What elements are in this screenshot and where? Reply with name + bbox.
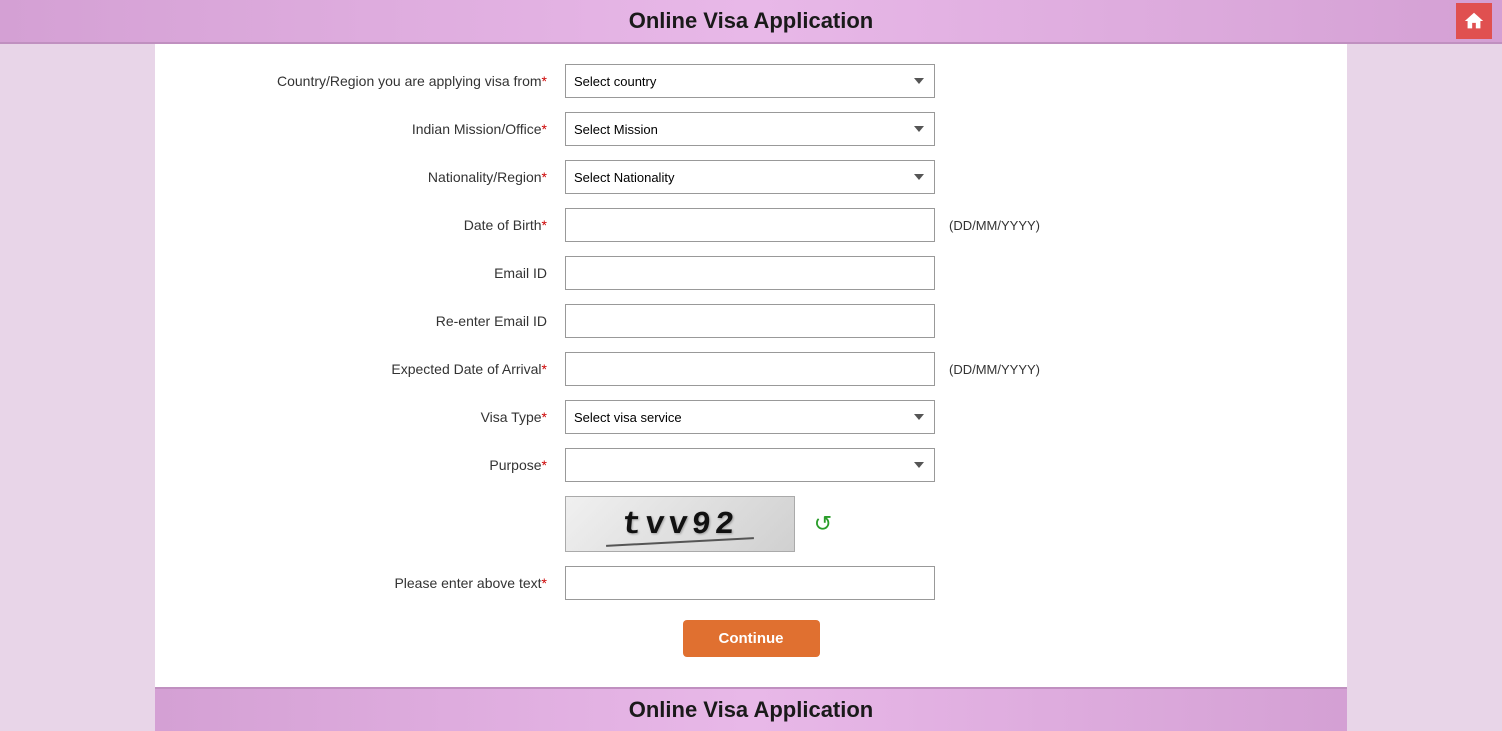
arrival-row: Expected Date of Arrival* (DD/MM/YYYY)	[195, 352, 1307, 386]
country-required: *	[542, 73, 547, 89]
mission-label: Indian Mission/Office*	[195, 121, 565, 137]
email-row: Email ID	[195, 256, 1307, 290]
country-label: Country/Region you are applying visa fro…	[195, 73, 565, 89]
purpose-row: Purpose*	[195, 448, 1307, 482]
nationality-row: Nationality/Region* Select Nationality	[195, 160, 1307, 194]
mission-required: *	[542, 121, 547, 137]
purpose-required: *	[542, 457, 547, 473]
email-input[interactable]	[565, 256, 935, 290]
arrival-label: Expected Date of Arrival*	[195, 361, 565, 377]
dob-label: Date of Birth*	[195, 217, 565, 233]
visa-type-label: Visa Type*	[195, 409, 565, 425]
visa-type-row: Visa Type* Select visa service	[195, 400, 1307, 434]
main-form: Country/Region you are applying visa fro…	[155, 44, 1347, 687]
mission-select[interactable]: Select Mission	[565, 112, 935, 146]
dob-input[interactable]	[565, 208, 935, 242]
captcha-display-text: tvv92	[620, 506, 739, 543]
footer-title: Online Visa Application	[629, 697, 874, 722]
arrival-required: *	[542, 361, 547, 377]
email-label: Email ID	[195, 265, 565, 281]
dob-required: *	[542, 217, 547, 233]
captcha-input[interactable]	[565, 566, 935, 600]
re-email-label: Re-enter Email ID	[195, 313, 565, 329]
nationality-label: Nationality/Region*	[195, 169, 565, 185]
visa-type-select[interactable]: Select visa service	[565, 400, 935, 434]
re-email-row: Re-enter Email ID	[195, 304, 1307, 338]
captcha-input-label: Please enter above text*	[195, 575, 565, 591]
re-email-input[interactable]	[565, 304, 935, 338]
dob-row: Date of Birth* (DD/MM/YYYY)	[195, 208, 1307, 242]
dob-hint: (DD/MM/YYYY)	[949, 218, 1040, 233]
purpose-label: Purpose*	[195, 457, 565, 473]
footer-bar: Online Visa Application	[155, 687, 1347, 731]
arrival-hint: (DD/MM/YYYY)	[949, 362, 1040, 377]
captcha-image: tvv92	[565, 496, 795, 552]
continue-button[interactable]: Continue	[683, 620, 820, 657]
country-row: Country/Region you are applying visa fro…	[195, 64, 1307, 98]
arrival-input[interactable]	[565, 352, 935, 386]
header-bar: Online Visa Application	[0, 0, 1502, 44]
visa-type-required: *	[542, 409, 547, 425]
nationality-required: *	[542, 169, 547, 185]
captcha-required: *	[542, 575, 547, 591]
purpose-select[interactable]	[565, 448, 935, 482]
captcha-refresh-icon[interactable]: ↺	[807, 508, 839, 540]
home-icon[interactable]	[1456, 3, 1492, 39]
continue-row: Continue	[195, 620, 1307, 657]
captcha-input-row: Please enter above text*	[195, 566, 1307, 600]
captcha-container: tvv92 ↺	[565, 496, 839, 552]
captcha-row: tvv92 ↺	[195, 496, 1307, 552]
header-title: Online Visa Application	[629, 8, 874, 33]
mission-row: Indian Mission/Office* Select Mission	[195, 112, 1307, 146]
nationality-select[interactable]: Select Nationality	[565, 160, 935, 194]
country-select[interactable]: Select country	[565, 64, 935, 98]
